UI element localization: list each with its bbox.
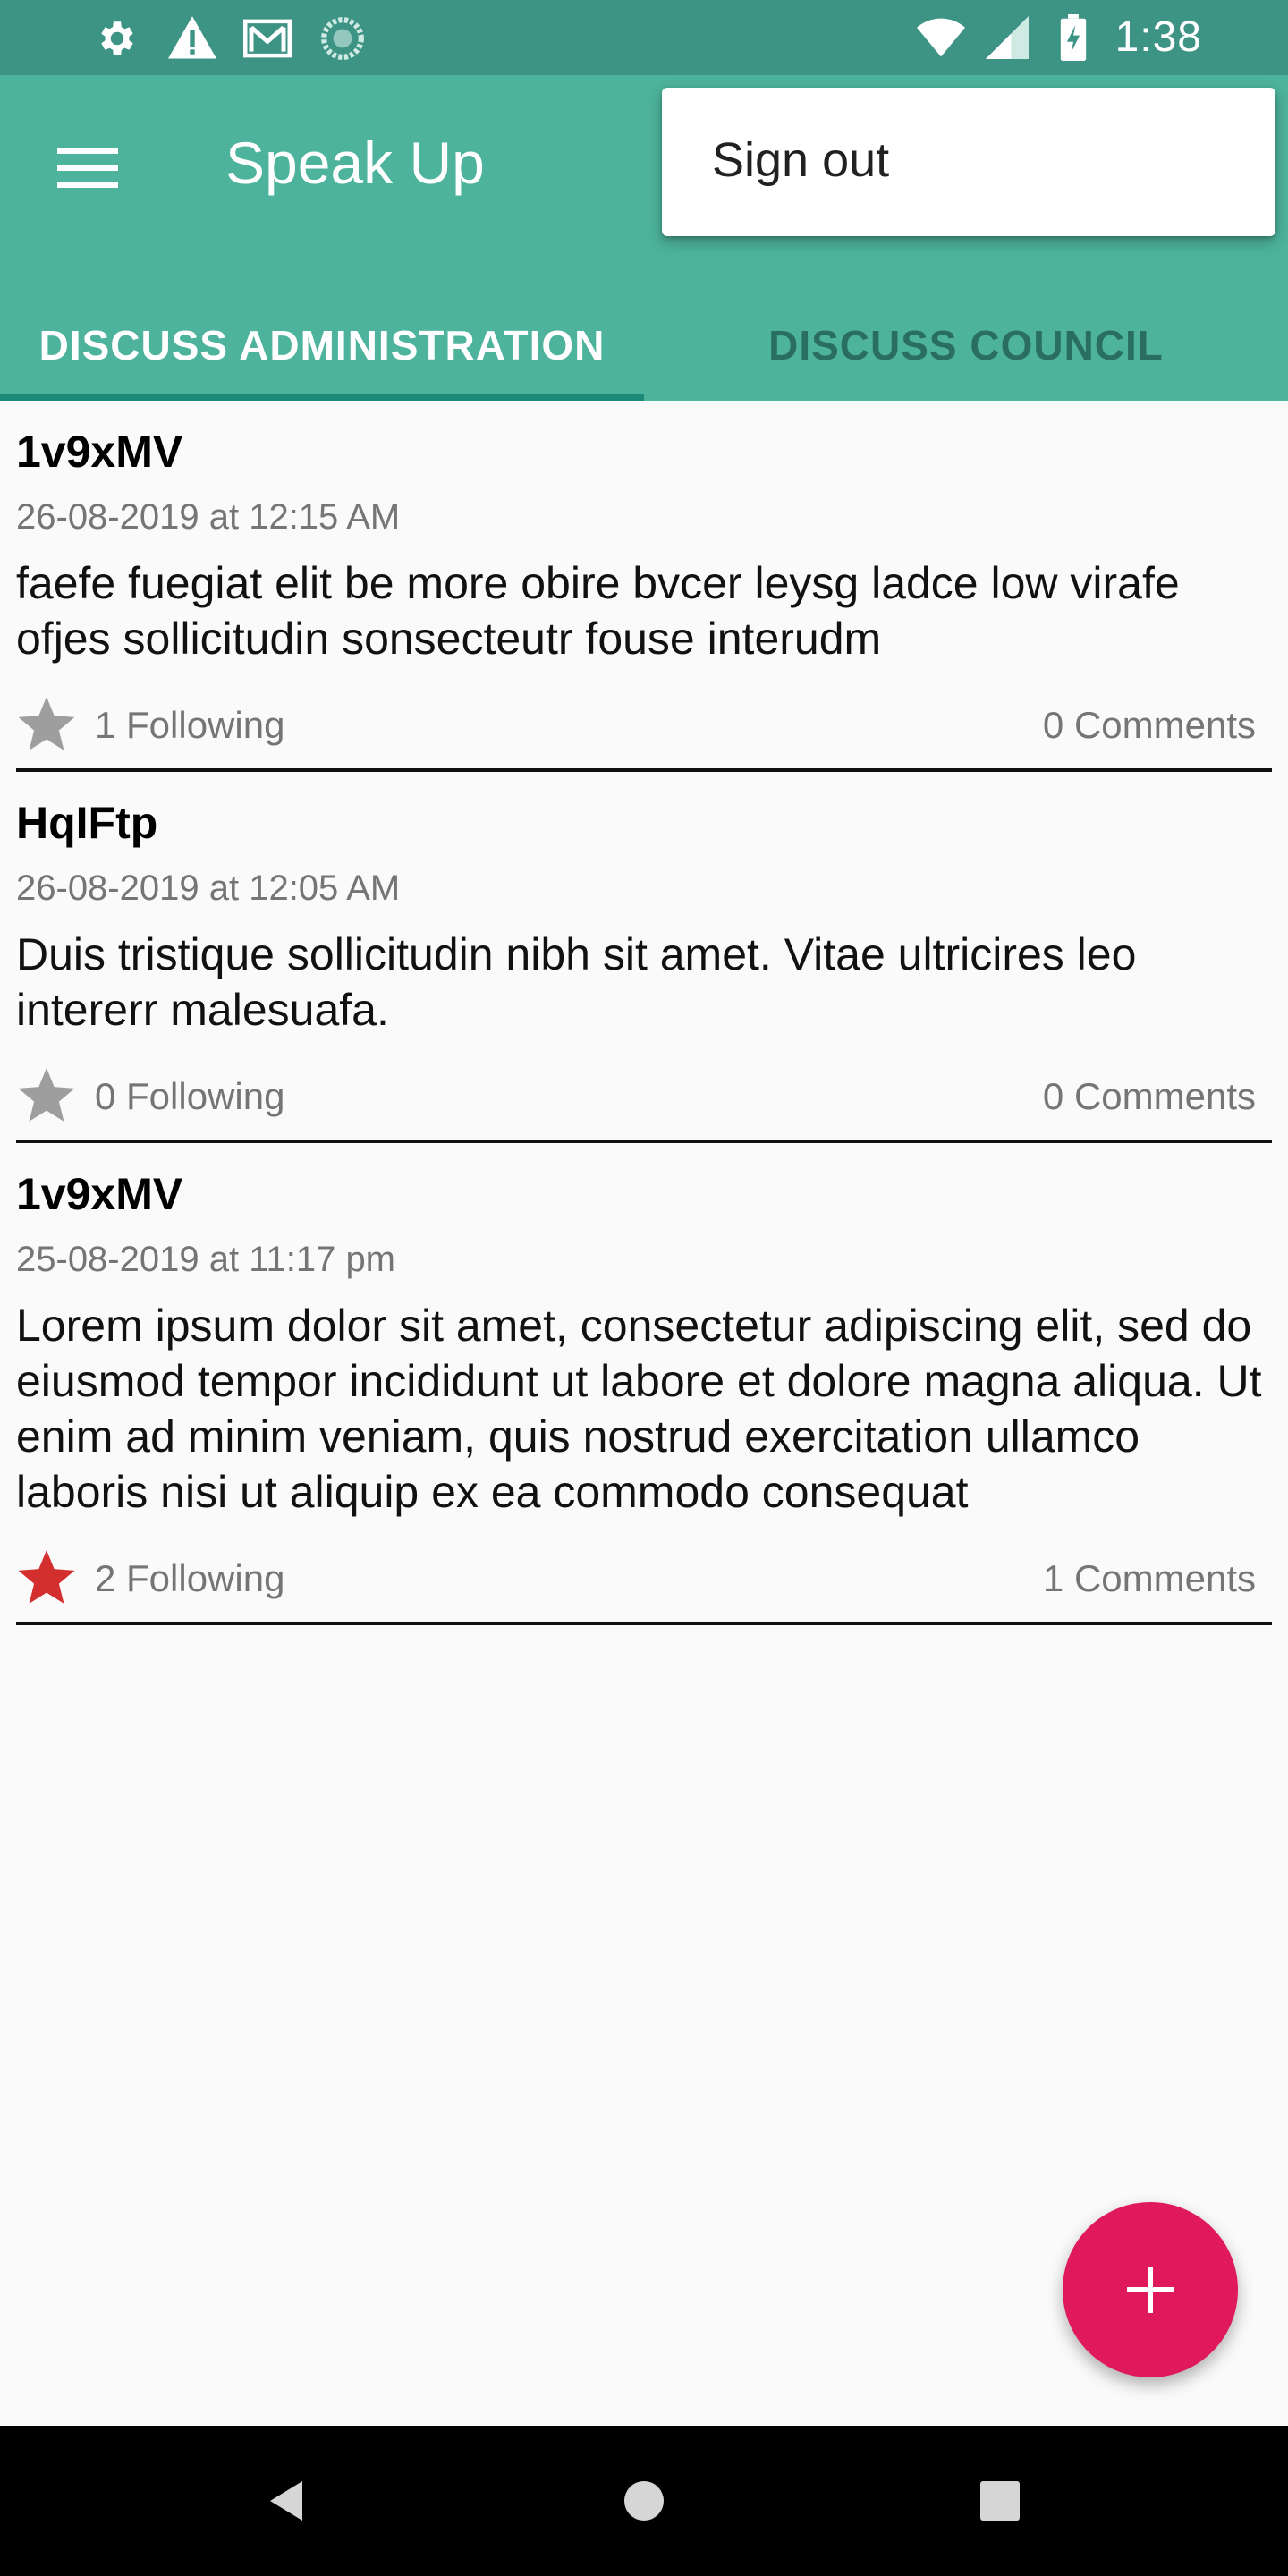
star-icon[interactable]: [16, 697, 77, 754]
battery-icon: [1049, 13, 1097, 62]
mail-icon: [243, 14, 292, 63]
post-footer: 2 Following 1 Comments: [16, 1529, 1272, 1622]
post-author: 1v9xMV: [16, 1169, 183, 1219]
post-author: HqIFtp: [16, 798, 158, 848]
gear-icon: [93, 14, 141, 63]
post-author: 1v9xMV: [16, 427, 183, 477]
menu-icon: [57, 148, 118, 188]
hamburger-menu-button[interactable]: [43, 123, 132, 213]
post-list: 1v9xMV 26-08-2019 at 12:15 AM faefe fueg…: [0, 401, 1288, 1625]
tab-discuss-council[interactable]: DISCUSS COUNCIL: [644, 290, 1288, 401]
comments-count[interactable]: 0 Comments: [1043, 1075, 1256, 1118]
back-button[interactable]: [250, 2465, 322, 2537]
signal-icon: [983, 13, 1031, 62]
star-icon[interactable]: [16, 1068, 77, 1125]
comments-count[interactable]: 1 Comments: [1043, 1557, 1256, 1600]
recents-button[interactable]: [964, 2465, 1036, 2537]
app-title: Speak Up: [225, 130, 485, 196]
post-body: Duis tristique sollicitudin nibh sit ame…: [16, 929, 1137, 1035]
screen: 1:38 Speak Up DISCUSS ADMINISTRATION DIS…: [0, 0, 1288, 2576]
comments-count[interactable]: 0 Comments: [1043, 704, 1256, 747]
post-date: 25-08-2019 at 11:17 pm: [16, 1240, 396, 1279]
tab-bar: DISCUSS ADMINISTRATION DISCUSS COUNCIL: [0, 290, 1288, 401]
wifi-icon: [916, 13, 965, 62]
status-bar: 1:38: [0, 0, 1288, 75]
status-icons-right: 1:38: [916, 13, 1202, 62]
post-date: 26-08-2019 at 12:15 AM: [16, 497, 401, 537]
post-card[interactable]: 1v9xMV 25-08-2019 at 11:17 pm Lorem ipsu…: [16, 1143, 1272, 1625]
post-footer: 0 Following 0 Comments: [16, 1046, 1272, 1140]
post-footer: 1 Following 0 Comments: [16, 675, 1272, 768]
post-card[interactable]: 1v9xMV 26-08-2019 at 12:15 AM faefe fueg…: [16, 401, 1272, 772]
sync-icon: [318, 14, 367, 63]
post-card[interactable]: HqIFtp 26-08-2019 at 12:05 AM Duis trist…: [16, 772, 1272, 1143]
clock: 1:38: [1114, 13, 1202, 61]
home-button[interactable]: [608, 2465, 680, 2537]
post-body: Lorem ipsum dolor sit amet, consectetur …: [16, 1301, 1262, 1517]
following-count: 1 Following: [95, 704, 285, 746]
system-nav-bar: [0, 2426, 1288, 2576]
sign-out-menu-item[interactable]: Sign out: [712, 132, 889, 188]
add-post-button[interactable]: [1063, 2202, 1238, 2377]
recents-icon: [980, 2481, 1020, 2521]
tab-discuss-administration[interactable]: DISCUSS ADMINISTRATION: [0, 290, 644, 401]
following-count: 0 Following: [95, 1075, 285, 1117]
home-icon: [624, 2481, 664, 2521]
overflow-menu: Sign out: [662, 88, 1275, 236]
plus-icon: [1127, 2267, 1174, 2313]
back-icon: [270, 2481, 302, 2521]
status-icons-left: [93, 14, 367, 63]
star-icon[interactable]: [16, 1550, 77, 1607]
following-count: 2 Following: [95, 1557, 285, 1599]
post-body: faefe fuegiat elit be more obire bvcer l…: [16, 558, 1180, 664]
warning-icon: [168, 14, 216, 63]
post-date: 26-08-2019 at 12:05 AM: [16, 869, 401, 908]
